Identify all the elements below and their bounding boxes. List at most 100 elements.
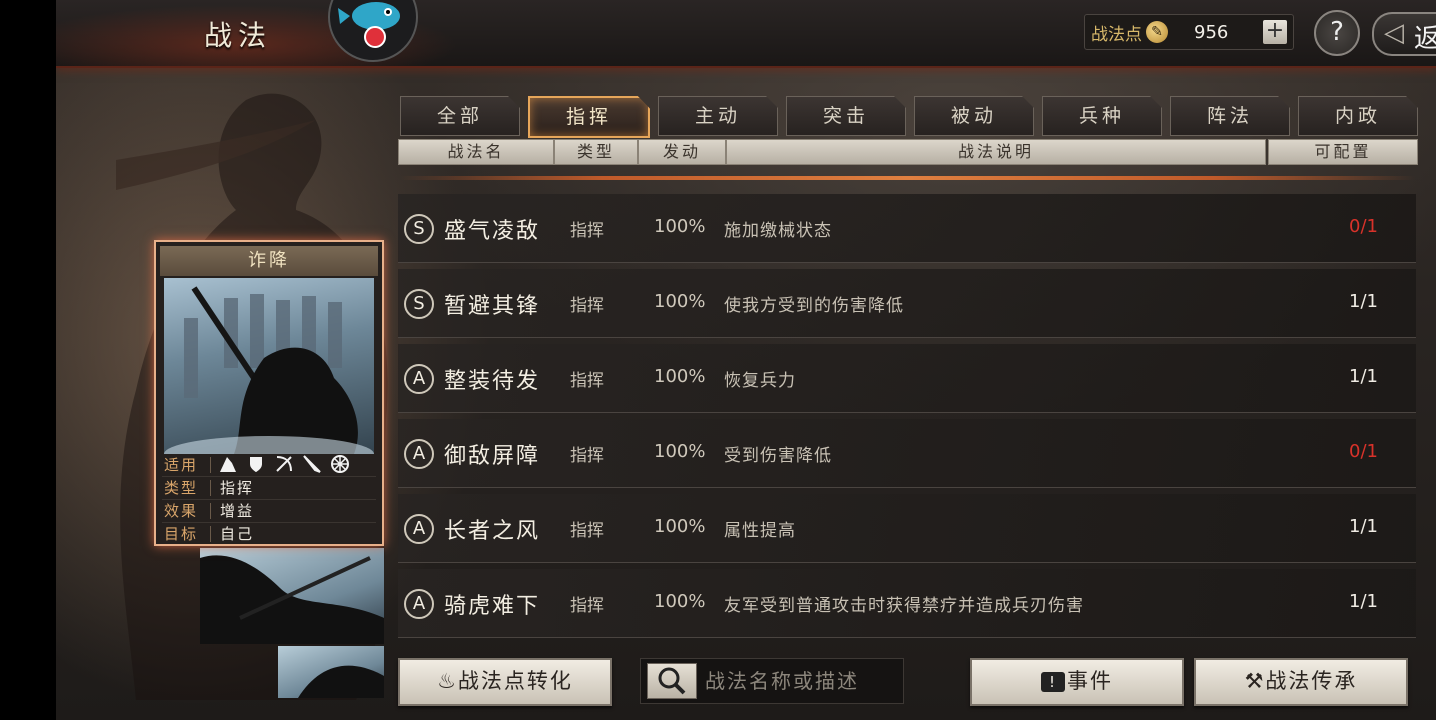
tactic-slots: 1/1 bbox=[1349, 516, 1378, 537]
search-button[interactable] bbox=[647, 663, 697, 699]
tactic-type: 指挥 bbox=[570, 521, 604, 541]
grade-badge: A bbox=[404, 364, 434, 394]
card-effect-value: 增益 bbox=[220, 502, 255, 520]
tactic-name: 整装待发 bbox=[444, 369, 541, 394]
card-target-label: 目标 bbox=[164, 525, 199, 543]
back-button-label: 返 bbox=[1414, 24, 1436, 54]
convert-points-button[interactable]: ♨战法点转化 bbox=[398, 658, 612, 706]
tactic-slots: 1/1 bbox=[1349, 591, 1378, 612]
tactic-name: 盛气凌敌 bbox=[444, 219, 541, 244]
tactic-type: 指挥 bbox=[570, 371, 604, 391]
card-target-row: 目标 自己 bbox=[162, 523, 376, 545]
tactic-desc: 恢复兵力 bbox=[724, 371, 796, 391]
mascot-avatar-button[interactable] bbox=[328, 0, 418, 62]
card-artwork bbox=[164, 278, 374, 454]
feather-coin-icon: ✎ bbox=[1146, 21, 1168, 43]
tactic-row[interactable]: A 长者之风 指挥 100% 属性提高 1/1 bbox=[398, 494, 1416, 563]
tactic-row[interactable]: S 盛气凌敌 指挥 100% 施加缴械状态 0/1 bbox=[398, 194, 1416, 263]
column-type-header[interactable]: 类型 bbox=[554, 139, 638, 165]
tactic-slots: 0/1 bbox=[1349, 216, 1378, 237]
grade-badge: S bbox=[404, 289, 434, 319]
help-button[interactable]: ? bbox=[1314, 10, 1360, 56]
tactic-points-label: 战法点 bbox=[1091, 24, 1142, 45]
tactic-type: 指挥 bbox=[570, 446, 604, 466]
tactic-desc: 使我方受到的伤害降低 bbox=[724, 296, 904, 316]
tactic-points-value: 956 bbox=[1194, 21, 1229, 43]
tactic-name: 御敌屏障 bbox=[444, 444, 541, 469]
card-applicable-row: 适用 bbox=[162, 454, 376, 477]
back-arrow-icon: ◁ bbox=[1384, 18, 1404, 48]
card-target-value: 自己 bbox=[220, 525, 255, 543]
tactic-type: 指挥 bbox=[570, 596, 604, 616]
tactics-screen: 战法 战法点 ✎ 956 + ? ◁ 返 全部 指挥 主动 突击 被动 兵种 阵… bbox=[56, 0, 1436, 720]
tactic-inherit-button[interactable]: ⚒战法传承 bbox=[1194, 658, 1408, 706]
card-applicable-label: 适用 bbox=[164, 456, 199, 474]
flame-icon: ♨ bbox=[437, 669, 458, 693]
header-divider bbox=[400, 176, 1416, 180]
divider bbox=[210, 457, 211, 473]
tactic-desc: 施加缴械状态 bbox=[724, 221, 832, 241]
tactic-rate: 100% bbox=[654, 291, 706, 312]
column-name-header[interactable]: 战法名 bbox=[398, 139, 554, 165]
page-title: 战法 bbox=[204, 19, 273, 52]
top-bar: 战法 战法点 ✎ 956 + ? ◁ 返 bbox=[56, 0, 1436, 68]
card-info: 适用 类型 指挥 效果 增益 目标 自己 bbox=[162, 454, 376, 545]
tactic-row[interactable]: A 御敌屏障 指挥 100% 受到伤害降低 0/1 bbox=[398, 419, 1416, 488]
tactic-name: 骑虎难下 bbox=[444, 594, 541, 619]
shield-icon bbox=[246, 454, 266, 474]
tactic-desc: 受到伤害降低 bbox=[724, 446, 832, 466]
divider bbox=[210, 503, 211, 519]
spear-icon bbox=[302, 454, 322, 474]
column-slots-header[interactable]: 可配置 bbox=[1268, 139, 1418, 165]
tactic-type: 指挥 bbox=[570, 221, 604, 241]
card-stack-back[interactable] bbox=[200, 548, 384, 644]
divider bbox=[210, 480, 211, 496]
tactic-slots: 1/1 bbox=[1349, 291, 1378, 312]
tab-active[interactable]: 主动 bbox=[658, 96, 778, 136]
tactic-row[interactable]: A 整装待发 指挥 100% 恢复兵力 1/1 bbox=[398, 344, 1416, 413]
grade-badge: A bbox=[404, 589, 434, 619]
tab-internal[interactable]: 内政 bbox=[1298, 96, 1418, 136]
card-effect-label: 效果 bbox=[164, 502, 199, 520]
column-desc-header: 战法说明 bbox=[726, 139, 1266, 165]
back-button[interactable]: ◁ 返 bbox=[1372, 12, 1436, 56]
tab-formation[interactable]: 阵法 bbox=[1170, 96, 1290, 136]
selected-tactic-card[interactable]: 诈降 适用 类型 指挥 效果 增益 目标 自己 bbox=[154, 240, 384, 546]
tab-assault[interactable]: 突击 bbox=[786, 96, 906, 136]
exclamation-icon: ! bbox=[1041, 672, 1065, 692]
wheel-icon bbox=[330, 454, 350, 474]
tactic-rate: 100% bbox=[654, 366, 706, 387]
warrior-silhouette-art bbox=[164, 286, 374, 454]
grade-badge: A bbox=[404, 514, 434, 544]
event-button[interactable]: ! 事件 bbox=[970, 658, 1184, 706]
column-rate-header[interactable]: 发动 bbox=[638, 139, 726, 165]
card-title: 诈降 bbox=[160, 246, 378, 276]
card-back-art-2 bbox=[298, 665, 384, 698]
tactic-name: 长者之风 bbox=[444, 519, 541, 544]
card-effect-row: 效果 增益 bbox=[162, 500, 376, 523]
tab-passive[interactable]: 被动 bbox=[914, 96, 1034, 136]
tactic-rate: 100% bbox=[654, 591, 706, 612]
card-back-art bbox=[200, 555, 384, 644]
tactic-rate: 100% bbox=[654, 216, 706, 237]
tab-troop[interactable]: 兵种 bbox=[1042, 96, 1162, 136]
tactic-row[interactable]: A 骑虎难下 指挥 100% 友军受到普通攻击时获得禁疗并造成兵刃伤害 1/1 bbox=[398, 569, 1416, 638]
tactic-name: 暂避其锋 bbox=[444, 294, 541, 319]
tactic-row[interactable]: S 暂避其锋 指挥 100% 使我方受到的伤害降低 1/1 bbox=[398, 269, 1416, 338]
tactic-slots: 0/1 bbox=[1349, 441, 1378, 462]
tab-all[interactable]: 全部 bbox=[400, 96, 520, 136]
search-box bbox=[640, 658, 904, 704]
bow-icon bbox=[274, 454, 294, 474]
tactic-desc: 属性提高 bbox=[724, 521, 796, 541]
cavalry-icon bbox=[218, 454, 238, 474]
add-points-button[interactable]: + bbox=[1263, 20, 1287, 44]
category-tabs: 全部 指挥 主动 突击 被动 兵种 阵法 内政 bbox=[400, 96, 1426, 138]
divider bbox=[210, 526, 211, 542]
search-input[interactable] bbox=[703, 665, 897, 697]
tactic-desc: 友军受到普通攻击时获得禁疗并造成兵刃伤害 bbox=[724, 596, 1084, 616]
card-type-value: 指挥 bbox=[220, 479, 255, 497]
card-type-row: 类型 指挥 bbox=[162, 477, 376, 500]
card-stack-back-2[interactable] bbox=[278, 646, 384, 698]
troop-type-icons bbox=[218, 454, 358, 474]
tab-command[interactable]: 指挥 bbox=[528, 96, 650, 138]
